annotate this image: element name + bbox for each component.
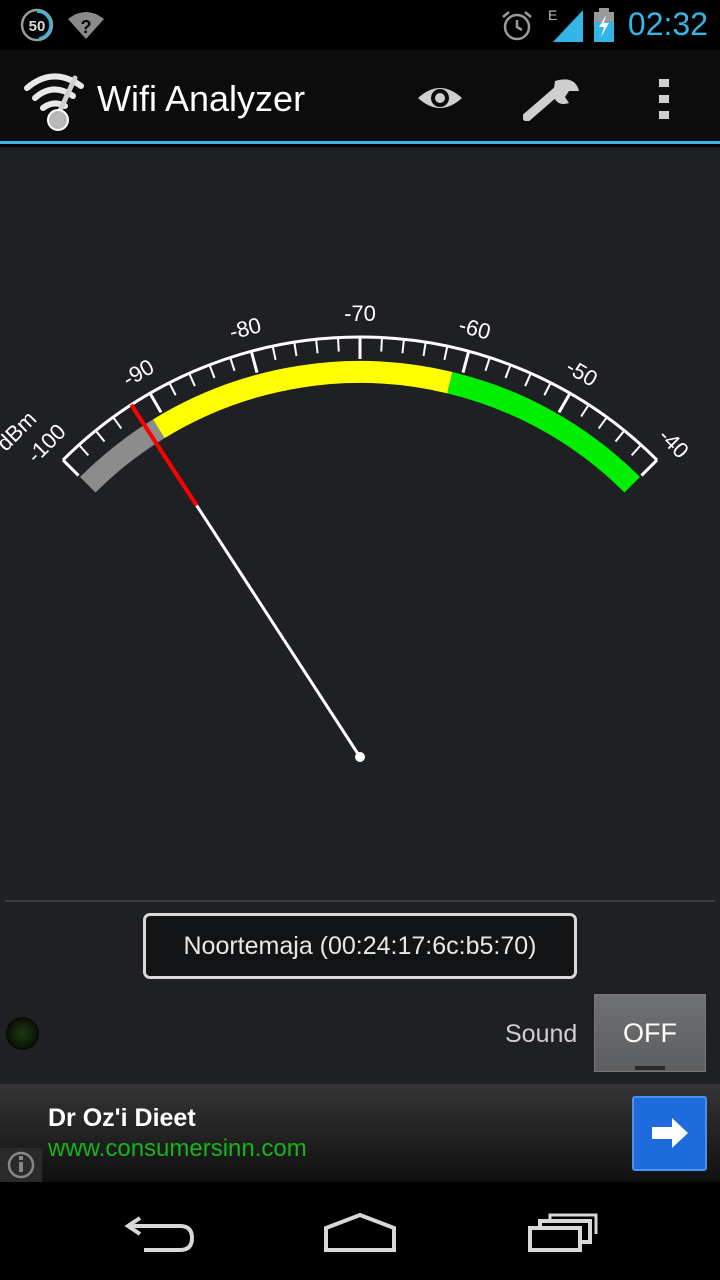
gauge-tick [315, 339, 319, 354]
gauge-tick [484, 357, 491, 372]
status-bar: 50 ? E 02:32 [0, 0, 720, 50]
gauge-tick [504, 364, 512, 379]
gauge-tick [443, 345, 449, 361]
wifi-unknown-icon: ? [68, 12, 104, 39]
gauge-tick [422, 342, 427, 357]
gauge-tick [580, 404, 590, 418]
gauge-tick [148, 392, 163, 414]
gauge-tick [614, 429, 626, 443]
home-icon[interactable] [322, 1212, 398, 1254]
svg-text:?: ? [81, 17, 92, 37]
status-clock: 02:32 [627, 6, 708, 42]
gauge-tick-label: -40 [654, 423, 694, 463]
gauge-tick [557, 392, 572, 414]
app-logo-icon[interactable] [23, 68, 87, 138]
battery-charging-icon [594, 8, 614, 42]
gauge-tick [188, 372, 196, 387]
gauge-tick [249, 350, 259, 373]
gauge-tick-label: -90 [118, 354, 158, 392]
toggle-indicator [635, 1066, 665, 1070]
ad-open-button[interactable] [632, 1096, 707, 1171]
gauge-tick [380, 337, 383, 352]
alarm-icon [502, 11, 532, 41]
recent-apps-icon[interactable] [526, 1212, 598, 1254]
gauge-tick-label: -70 [344, 301, 376, 326]
ad-url[interactable]: www.consumersinn.com [48, 1135, 307, 1163]
gauge-tick [524, 372, 532, 387]
gauge-tick [461, 350, 471, 373]
gauge-tick [630, 444, 642, 456]
action-bar: Wifi Analyzer [0, 50, 720, 144]
network-selector[interactable]: Noortemaja (00:24:17:6c:b5:70) [143, 913, 577, 979]
gauge-tick [271, 345, 277, 361]
cell-signal-icon: E [548, 7, 583, 42]
gauge-tick [94, 429, 106, 443]
network-type-text: E [548, 7, 557, 23]
notification-count-icon: 50 [20, 8, 54, 42]
gauge-tick [61, 458, 80, 477]
eye-icon[interactable] [415, 82, 465, 114]
sound-toggle-button[interactable]: OFF [594, 994, 706, 1072]
gauge-zone-2 [447, 371, 641, 493]
gauge-tick [597, 416, 608, 430]
info-icon [7, 1151, 35, 1179]
network-label: Noortemaja (00:24:17:6c:b5:70) [183, 931, 537, 960]
gauge-tick [78, 444, 90, 456]
gauge-tick-label: -50 [562, 354, 602, 392]
gauge-zone-0 [79, 419, 165, 493]
gauge-tick [112, 416, 123, 430]
overflow-menu-icon[interactable] [657, 77, 671, 121]
main-content: -100 -90 -80 -70 -60 -50 -40 dBm Noortemaja (00… [0, 147, 720, 1084]
wrench-icon[interactable] [523, 77, 581, 121]
gauge-tick-label: -60 [456, 312, 493, 344]
gauge-zone-1 [153, 361, 453, 439]
divider [5, 900, 715, 902]
gauge-tick [401, 339, 405, 354]
ad-info-button[interactable] [0, 1148, 42, 1182]
notification-count-text: 50 [29, 18, 46, 35]
gauge-tick [293, 342, 298, 357]
gauge-needle-pivot [355, 752, 365, 762]
signal-led-indicator [6, 1017, 39, 1050]
sound-toggle-state: OFF [623, 1017, 677, 1048]
gauge-tick [208, 364, 216, 379]
gauge-tick [337, 337, 340, 352]
gauge-tick [543, 382, 552, 396]
gauge-tick [229, 357, 236, 372]
gauge-tick-label: -80 [227, 312, 264, 344]
signal-gauge: -100-90-80 -70 -60-50-40dBm [0, 301, 694, 762]
ad-title[interactable]: Dr Oz'i Dieet [48, 1104, 196, 1133]
ad-banner[interactable]: Dr Oz'i Dieet www.consumersinn.com [0, 1084, 720, 1182]
gauge-tick [640, 458, 659, 477]
app-title: Wifi Analyzer [97, 78, 306, 119]
gauge-needle [195, 504, 362, 758]
back-icon[interactable] [124, 1212, 196, 1256]
arrow-right-icon [652, 1118, 688, 1148]
sound-label: Sound [505, 1020, 578, 1048]
navigation-bar [0, 1182, 720, 1280]
gauge-tick [168, 382, 177, 396]
